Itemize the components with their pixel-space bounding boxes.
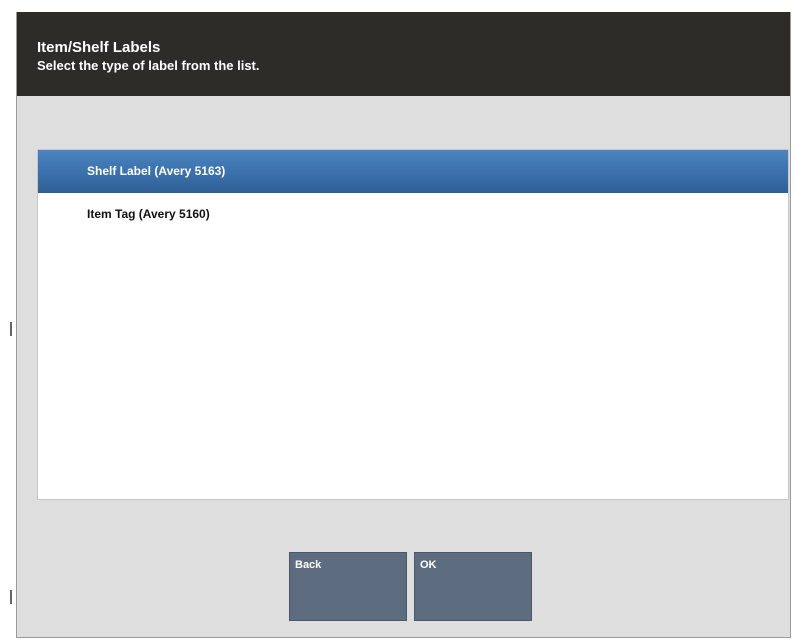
ok-button-label: OK	[420, 559, 437, 571]
list-item-shelf-label[interactable]: Shelf Label (Avery 5163)	[38, 150, 788, 193]
ok-button[interactable]: OK	[414, 552, 532, 621]
list-item-item-tag[interactable]: Item Tag (Avery 5160)	[38, 193, 788, 236]
label-type-dialog: Item/Shelf Labels Select the type of lab…	[16, 12, 791, 638]
dialog-title: Item/Shelf Labels	[37, 39, 161, 56]
dialog-header: Item/Shelf Labels Select the type of lab…	[17, 12, 790, 96]
list-item-label: Item Tag (Avery 5160)	[87, 207, 210, 221]
back-button-label: Back	[295, 559, 322, 571]
window-edge-mark	[10, 590, 12, 604]
back-button[interactable]: Back	[289, 552, 407, 621]
window-edge-mark	[10, 322, 12, 336]
dialog-instruction: Select the type of label from the list.	[37, 58, 260, 73]
label-type-list[interactable]: Shelf Label (Avery 5163) Item Tag (Avery…	[37, 149, 789, 500]
list-item-label: Shelf Label (Avery 5163)	[87, 164, 226, 178]
